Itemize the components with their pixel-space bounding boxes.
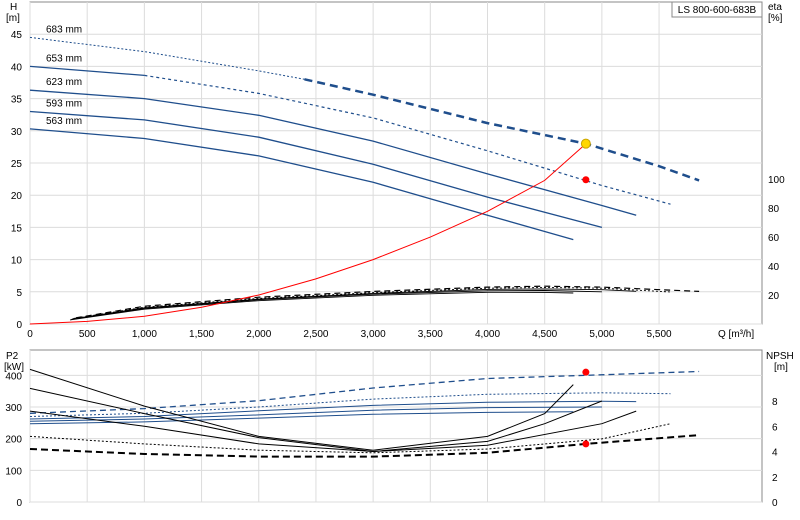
head-curve-683-dashed — [304, 78, 700, 182]
x-axis-label: Q [m³/h] — [718, 329, 754, 340]
npsh-unit-label-2: [m] — [774, 362, 788, 373]
npsh-unit-label: NPSH — [766, 351, 794, 362]
npsh-point-marker — [582, 440, 590, 448]
y-left-unit-label-2: [m] — [6, 13, 20, 24]
y-left-tick-label: 0 — [16, 320, 22, 331]
p2-tick-label: 300 — [5, 403, 22, 414]
y-left-unit-label: H — [10, 2, 17, 13]
x-tick-label: 2,500 — [303, 329, 328, 340]
y-left-tick-label: 10 — [11, 256, 23, 267]
x-tick-label: 1,000 — [132, 329, 157, 340]
y-left-tick-label: 40 — [11, 62, 23, 73]
y-right-unit-label-2: [%] — [768, 13, 783, 24]
power-curve — [29, 392, 671, 417]
y-left-tick-label: 15 — [11, 223, 23, 234]
npsh-tick-label: 2 — [772, 473, 778, 484]
p2-tick-label: 100 — [5, 466, 22, 477]
head-curve-label: 623 mm — [46, 77, 82, 88]
head-curve-653-dotted — [144, 74, 671, 205]
p2-tick-label: 200 — [5, 435, 22, 446]
y-right-tick-label: 60 — [768, 233, 780, 244]
head-curve — [29, 89, 637, 216]
y-right-tick-label: 80 — [768, 204, 780, 215]
y-left-tick-label: 25 — [11, 159, 23, 170]
head-curve-label: 593 mm — [46, 98, 82, 109]
efficiency-curve — [75, 285, 700, 319]
head-curve-label: 683 mm — [46, 24, 82, 35]
x-tick-label: 2,000 — [246, 329, 271, 340]
x-tick-label: 1,500 — [189, 329, 214, 340]
x-tick-label: 5,500 — [647, 329, 672, 340]
y-left-tick-label: 30 — [11, 127, 23, 138]
npsh-tick-label: 0 — [772, 498, 778, 509]
head-curve — [29, 128, 574, 241]
npsh-tick-label: 4 — [772, 448, 778, 459]
pump-curve-chart: 0 500 1,000 1,500 2,000 2,500 3,000 3,500 4,000 4… — [4, 1, 794, 509]
x-tick-label: 4,000 — [475, 329, 500, 340]
x-tick-label: 3,500 — [418, 329, 443, 340]
y-left-tick-label: 5 — [16, 288, 22, 299]
y-left-tick-label: 20 — [11, 191, 23, 202]
npsh-tick-label: 8 — [772, 397, 778, 408]
y-right-tick-label: 20 — [768, 291, 780, 302]
head-curve-label: 653 mm — [46, 53, 82, 64]
x-tick-label: 4,500 — [532, 329, 557, 340]
power-point-marker — [582, 368, 590, 376]
p2-tick-label: 0 — [16, 498, 22, 509]
head-curve-label: 563 mm — [46, 116, 82, 127]
x-tick-label: 0 — [27, 329, 33, 340]
x-tick-label: 3,000 — [361, 329, 386, 340]
x-tick-label: 5,000 — [589, 329, 614, 340]
y-left-tick-label: 45 — [11, 30, 23, 41]
y-right-tick-label: 40 — [768, 262, 780, 273]
chart-title: LS 800-600-683B — [678, 5, 757, 16]
y-left-tick-label: 35 — [11, 95, 23, 106]
efficiency-point-marker — [582, 176, 590, 184]
p2-unit-label: P2 — [6, 351, 19, 362]
npsh-tick-label: 6 — [772, 422, 778, 433]
duty-point-marker — [580, 138, 591, 149]
x-tick-label: 500 — [79, 329, 96, 340]
y-right-tick-label: 100 — [768, 175, 785, 186]
p2-unit-label-2: [kW] — [4, 362, 24, 373]
y-right-unit-label: eta — [768, 2, 782, 13]
